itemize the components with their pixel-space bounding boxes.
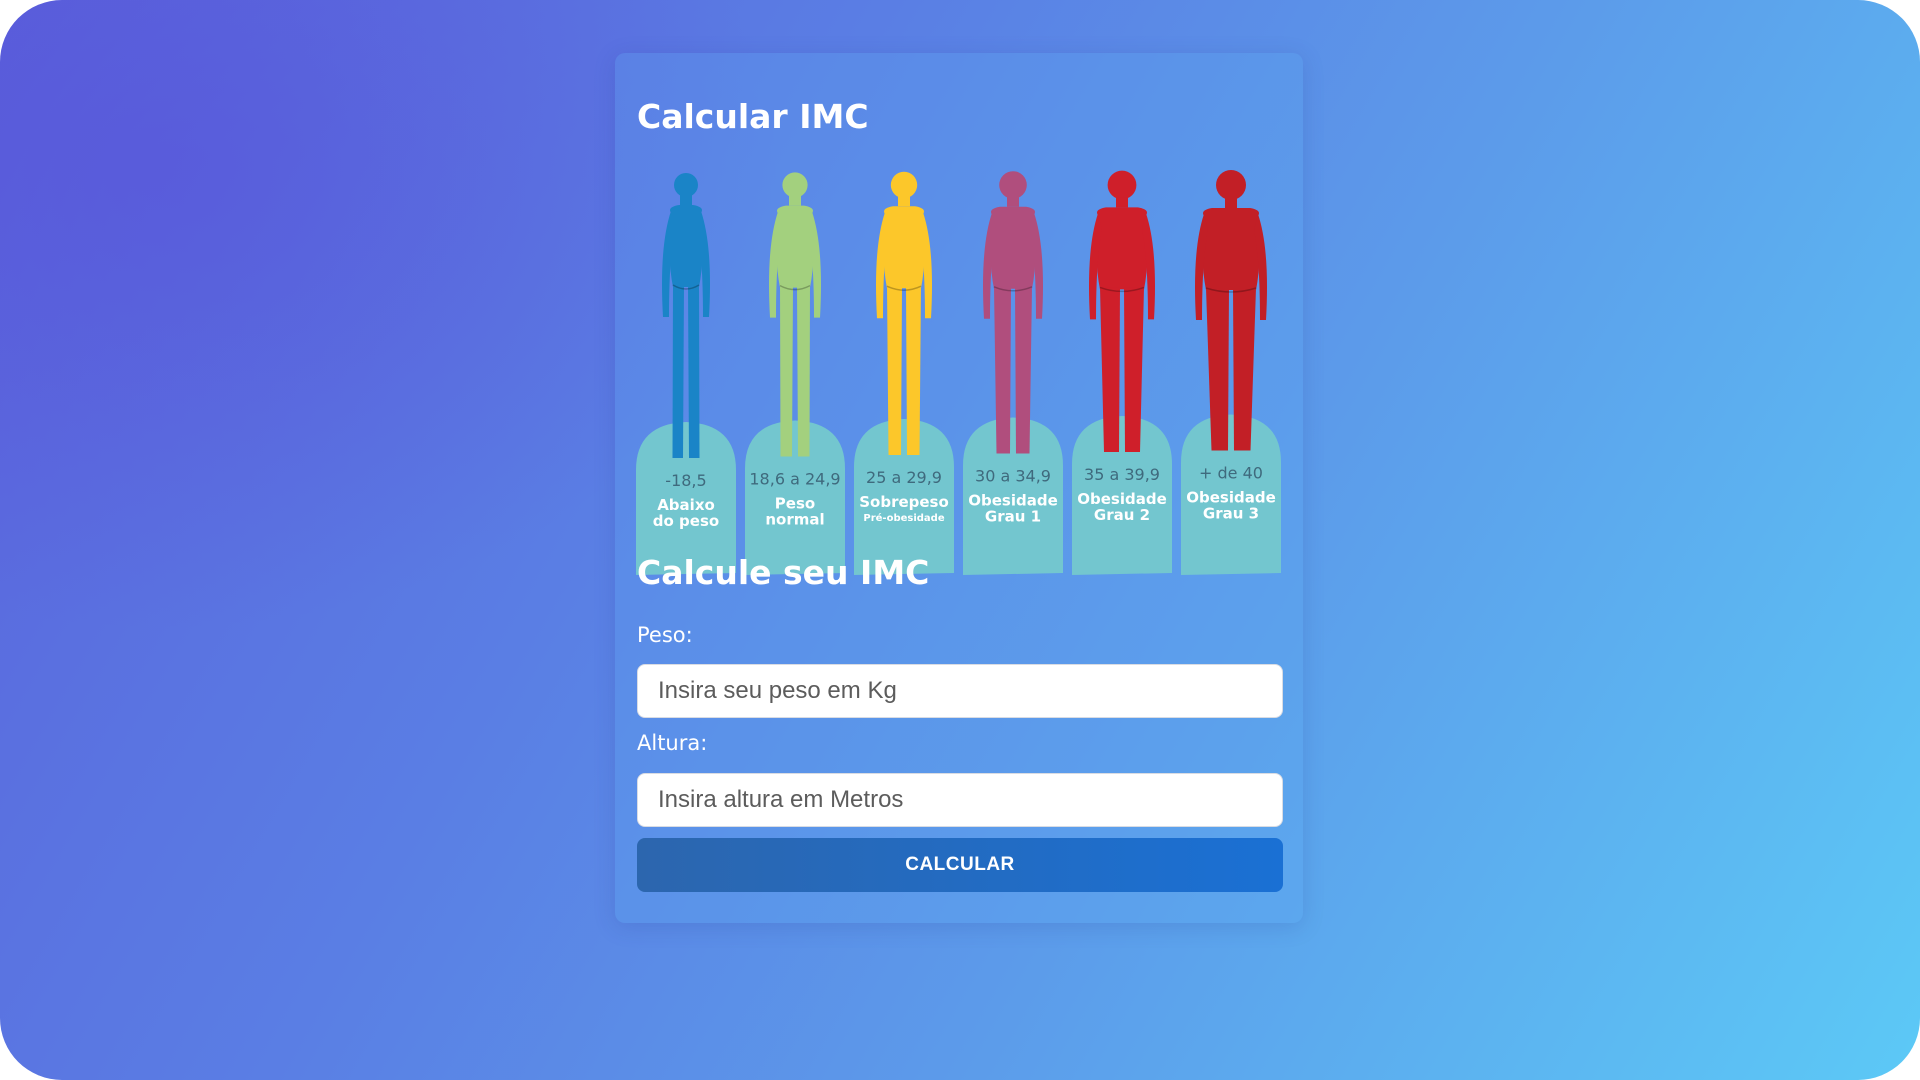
bmi-range-label: 25 a 29,9 (866, 468, 942, 487)
peso-input[interactable] (637, 664, 1283, 718)
peso-label: Peso: (637, 623, 693, 647)
bmi-category-4: 30 a 34,9ObesidadeGrau 1 (963, 171, 1063, 575)
bmi-range-label: 30 a 34,9 (975, 467, 1051, 486)
person-figure-icon (662, 173, 710, 458)
bmi-category-5: 35 a 39,9ObesidadeGrau 2 (1072, 170, 1172, 575)
bmi-category-6: + de 40ObesidadeGrau 3 (1181, 170, 1281, 575)
calcular-button[interactable]: CALCULAR (637, 838, 1283, 892)
bmi-range-label: -18,5 (665, 471, 706, 490)
bmi-category-label-2: Grau 3 (1203, 505, 1259, 523)
bmi-category-label-2: Grau 1 (985, 508, 1041, 526)
bmi-category-sublabel: Pré-obesidade (863, 512, 944, 524)
person-figure-icon (1195, 170, 1267, 451)
bmi-category-2: 18,6 a 24,9Pesonormal (745, 172, 845, 575)
page-title: Calcular IMC (637, 97, 869, 136)
bmi-range-label: 18,6 a 24,9 (749, 470, 840, 489)
bmi-range-label: + de 40 (1199, 464, 1263, 483)
page-background: Calcular IMC -18,5 Abaixo do peso 18,6 a 24… (0, 0, 1920, 1080)
bmi-category-label-2: Grau 2 (1094, 506, 1150, 524)
altura-label: Altura: (637, 731, 708, 755)
imc-card: Calcular IMC -18,5 Abaixo do peso 18,6 a 24… (615, 53, 1303, 923)
altura-input[interactable] (637, 773, 1283, 827)
bmi-category-3: 25 a 29,9 SobrepesoPré-obesidade (854, 171, 954, 575)
bmi-category-label-2: do peso (653, 512, 719, 530)
person-figure-icon (983, 171, 1043, 454)
calculator-subtitle: Calcule seu IMC (637, 553, 930, 592)
bmi-categories-illustration: -18,5Abaixodo peso18,6 a 24,9Pesonormal2… (636, 170, 1281, 575)
person-figure-icon (876, 171, 932, 455)
bmi-range-label: 35 a 39,9 (1084, 465, 1160, 484)
bmi-category-label-2: normal (765, 511, 824, 529)
bmi-category-label: Sobrepeso (859, 493, 949, 511)
person-figure-icon (1089, 170, 1155, 452)
bmi-category-1: -18,5Abaixodo peso (636, 173, 736, 575)
person-figure-icon (769, 172, 821, 457)
